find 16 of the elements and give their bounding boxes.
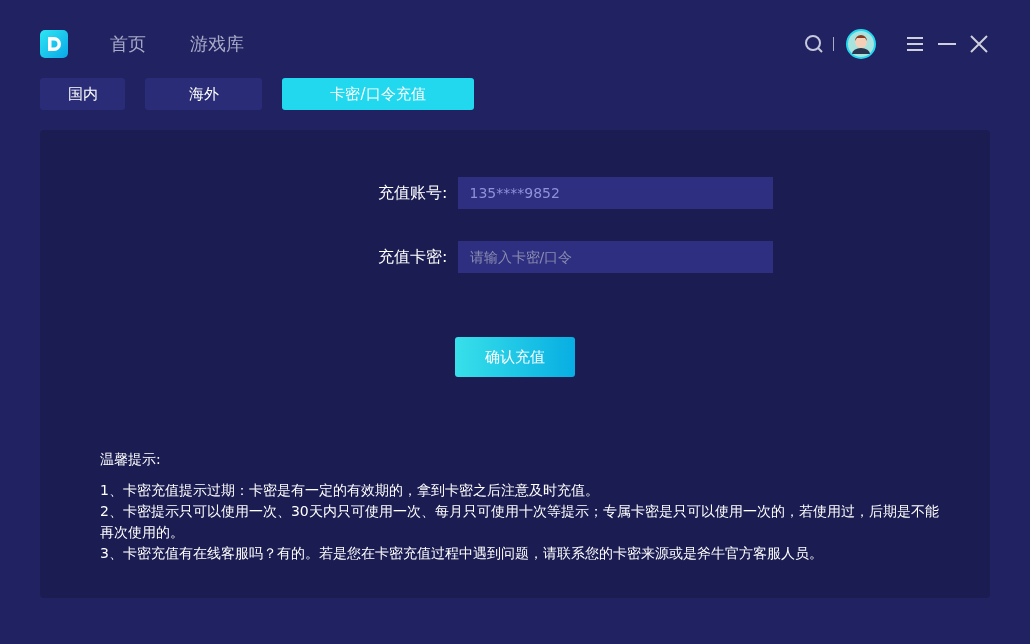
- category-tab[interactable]: 国内: [40, 78, 125, 110]
- app-logo-icon: [40, 30, 68, 58]
- field-label: 充值账号:: [377, 182, 448, 204]
- note-text: 3、卡密充值有在线客服吗？有的。若是您在卡密充值过程中遇到问题，请联系您的卡密来源或是斧牛官方客服人员。: [100, 544, 824, 563]
- nav-tab[interactable]: 首页: [110, 32, 146, 56]
- input-field[interactable]: 135****9852: [457, 177, 773, 209]
- note-text: 2、卡密提示只可以使用一次、30天内只可使用一次、每月只可使用十次等提示；专属卡密是只可以使用一次的，若使用过，后期是不能再次使用的。: [100, 502, 940, 542]
- field-label: 充值卡密:: [377, 246, 448, 268]
- avatar-icon[interactable]: [846, 29, 876, 59]
- category-tab[interactable]: 海外: [145, 78, 262, 110]
- note-text: 1、卡密充值提示过期：卡密是有一定的有效期的，拿到卡密之后注意及时充值。: [100, 481, 600, 500]
- search-icon[interactable]: [803, 33, 825, 55]
- notes-title: 温馨提示:: [100, 450, 162, 469]
- close-icon[interactable]: [968, 33, 990, 55]
- nav-tab[interactable]: 游戏库: [190, 32, 244, 56]
- input-field[interactable]: 请输入卡密/口令: [457, 241, 773, 273]
